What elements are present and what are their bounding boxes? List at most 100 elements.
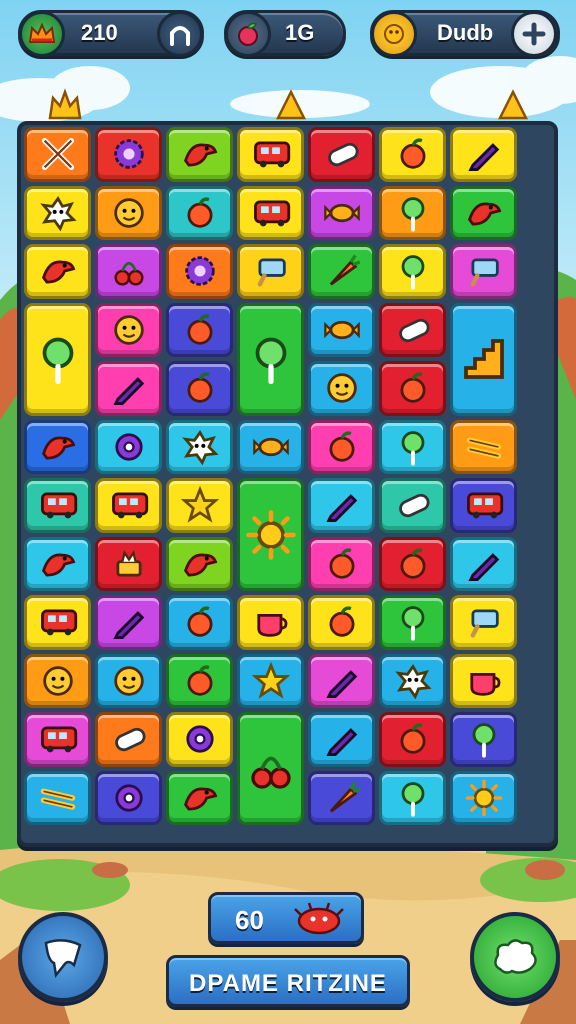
smiley-icon — [42, 666, 73, 696]
tile-bus[interactable] — [237, 185, 304, 240]
tile-cake[interactable] — [95, 536, 162, 591]
tile-fruit[interactable] — [308, 536, 375, 591]
tile-pencil[interactable] — [450, 536, 517, 591]
capsule-icon — [114, 728, 146, 752]
tile-sun[interactable] — [237, 478, 304, 591]
tile-fruit[interactable] — [379, 536, 446, 591]
tile-smiley[interactable] — [95, 653, 162, 708]
add-coins-button[interactable] — [511, 11, 557, 57]
tile-pencil[interactable] — [450, 127, 517, 182]
tile-fruit[interactable] — [166, 185, 233, 240]
tile-lollipop[interactable] — [450, 712, 517, 767]
tile-sticks[interactable] — [24, 770, 91, 825]
tile-pencil[interactable] — [308, 653, 375, 708]
tile-lollipop[interactable] — [379, 185, 446, 240]
tile-bus[interactable] — [24, 712, 91, 767]
fruit-icon — [187, 606, 212, 637]
tile-donut[interactable] — [166, 712, 233, 767]
tile-fruit[interactable] — [379, 127, 446, 182]
tile-carrot[interactable] — [308, 770, 375, 825]
tile-bird[interactable] — [450, 185, 517, 240]
tile-fruit[interactable] — [308, 595, 375, 650]
tile-bird[interactable] — [24, 536, 91, 591]
tile-smiley[interactable] — [95, 302, 162, 357]
tile-star[interactable] — [166, 478, 233, 533]
bird-icon — [41, 260, 75, 284]
tile-capsule[interactable] — [95, 712, 162, 767]
cloud-button[interactable] — [470, 912, 560, 1002]
tile-sun[interactable] — [450, 770, 517, 825]
red-bird-icon — [294, 902, 344, 935]
tile-carrot[interactable] — [308, 244, 375, 299]
tile-stairs[interactable] — [450, 302, 517, 416]
tile-lollipop[interactable] — [379, 244, 446, 299]
tile-gear[interactable] — [95, 127, 162, 182]
tile-cup[interactable] — [450, 653, 517, 708]
tile-popsicle[interactable] — [450, 244, 517, 299]
tile-lollipop[interactable] — [379, 770, 446, 825]
tile-lollipop[interactable] — [24, 302, 91, 416]
tile-smiley[interactable] — [308, 361, 375, 416]
tile-bird[interactable] — [24, 419, 91, 474]
tile-fruit[interactable] — [166, 653, 233, 708]
tile-bird[interactable] — [24, 244, 91, 299]
tile-donut[interactable] — [95, 770, 162, 825]
tile-bird[interactable] — [166, 770, 233, 825]
tile-popsicle[interactable] — [450, 595, 517, 650]
gear-icon — [184, 256, 215, 286]
tile-candy[interactable] — [237, 419, 304, 474]
tile-donut[interactable] — [95, 419, 162, 474]
tile-capsule[interactable] — [379, 302, 446, 357]
plus-icon — [522, 22, 546, 46]
tile-fruit[interactable] — [308, 419, 375, 474]
tile-smiley[interactable] — [24, 653, 91, 708]
tile-cherry[interactable] — [95, 244, 162, 299]
tile-splat[interactable] — [166, 419, 233, 474]
tile-fruit[interactable] — [166, 595, 233, 650]
tile-fruit[interactable] — [166, 361, 233, 416]
bird-icon — [183, 787, 217, 811]
tile-fruit[interactable] — [166, 302, 233, 357]
crown-badge-icon — [19, 11, 65, 57]
scroll-button[interactable] — [18, 912, 108, 1002]
tile-candy[interactable] — [308, 302, 375, 357]
tile-bus[interactable] — [450, 478, 517, 533]
tile-pencil[interactable] — [308, 712, 375, 767]
fruit-icon — [187, 197, 212, 228]
popsicle-icon — [257, 258, 286, 287]
tile-pencil[interactable] — [95, 595, 162, 650]
tile-popsicle[interactable] — [237, 244, 304, 299]
tile-lollipop[interactable] — [237, 302, 304, 416]
tile-cherry[interactable] — [237, 712, 304, 825]
tile-candy[interactable] — [308, 185, 375, 240]
tile-capsule[interactable] — [308, 127, 375, 182]
tile-bird[interactable] — [166, 127, 233, 182]
tile-splat[interactable] — [24, 185, 91, 240]
tile-pencil[interactable] — [95, 361, 162, 416]
tile-splat[interactable] — [379, 653, 446, 708]
tile-bird[interactable] — [166, 536, 233, 591]
bus-icon — [40, 609, 77, 636]
tile-smiley[interactable] — [95, 185, 162, 240]
tile-fruit[interactable] — [379, 712, 446, 767]
tile-bus[interactable] — [24, 478, 91, 533]
tile-bus[interactable] — [95, 478, 162, 533]
splat-icon — [394, 663, 432, 700]
tile-gear[interactable] — [166, 244, 233, 299]
tile-cup[interactable] — [237, 595, 304, 650]
move-counter-value: 60 — [235, 905, 264, 935]
action-banner-button[interactable]: DPAME RITZINE — [166, 955, 410, 1007]
cup-icon — [469, 672, 500, 696]
capsule-icon — [327, 143, 359, 167]
arch-button[interactable] — [157, 11, 203, 57]
tile-pencil[interactable] — [308, 478, 375, 533]
tile-star[interactable] — [237, 653, 304, 708]
tile-fruit[interactable] — [379, 361, 446, 416]
tile-sticks[interactable] — [450, 419, 517, 474]
tile-bus[interactable] — [24, 595, 91, 650]
tile-crossed-sticks[interactable] — [24, 127, 91, 182]
tile-lollipop[interactable] — [379, 419, 446, 474]
tile-capsule[interactable] — [379, 478, 446, 533]
tile-bus[interactable] — [237, 127, 304, 182]
tile-lollipop[interactable] — [379, 595, 446, 650]
